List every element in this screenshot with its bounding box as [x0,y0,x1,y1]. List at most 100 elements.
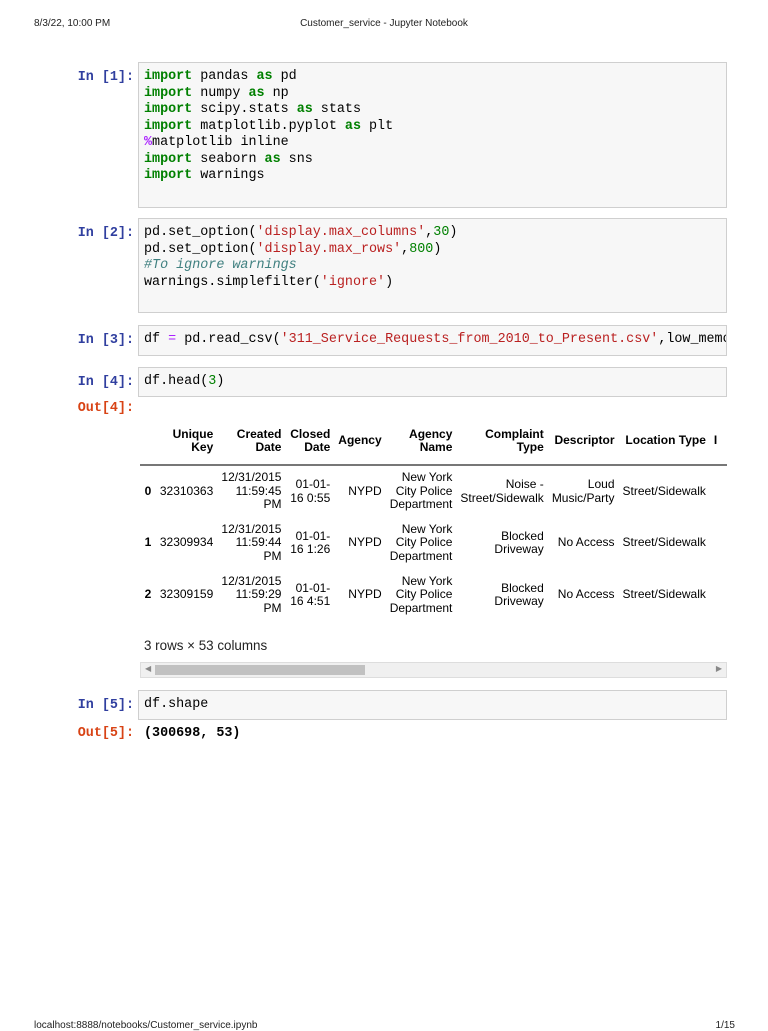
table-cell: 01-01-16 4:51 [290,580,331,608]
table-cell: 01-01-16 1:26 [290,528,331,556]
dataframe-output: Unique Key Created Date Closed Date Agency A… [140,418,727,628]
code-token: 'ignore' [320,274,386,290]
table-cell: Street/Sidewalk [622,483,706,498]
code-cell-2[interactable]: pd.set_option('display.max_columns',30) p… [138,218,727,313]
table-cell: No Access [557,535,615,550]
code-token: sns [280,151,313,167]
in-prompt-3: In [3]: [77,333,134,348]
table-cell: Blocked Driveway [494,580,544,608]
scroll-left-arrow-icon[interactable]: ◀ [145,664,151,673]
shape-output: (300698, 53) [144,726,241,741]
table-cell: Loud Music/Party [551,477,615,505]
table-cell: 12/31/2015 11:59:29 PM [221,573,282,615]
code-token: df [144,332,169,347]
row-index: 2 [144,587,152,602]
table-cell: Street/Sidewalk [622,535,706,550]
table-cell: 01-01-16 0:55 [290,477,331,505]
table-cell: Blocked Driveway [494,528,544,556]
table-cell: 32310363 [159,483,214,498]
code-token: #To ignore warnings [144,258,297,273]
code-token: ) [433,241,442,257]
table-cell: 32309934 [159,535,214,550]
code-cell-4[interactable]: df.head(3) [138,367,727,397]
code-token: pd [272,69,297,84]
code-line: %matplotlib inline [144,135,721,152]
code-token: as [344,118,361,134]
code-token: 30 [433,225,450,240]
in-prompt-2: In [2]: [77,226,134,241]
code-line: df.head(3) [144,374,721,391]
code-line: pd.set_option('display.max_columns',30) [144,225,721,242]
code-token: import [144,151,193,167]
code-token: pd.read_csv( [176,332,281,347]
column-header: Agency [338,433,382,448]
code-line: warnings.simplefilter('ignore') [144,275,721,292]
table-cell [710,569,727,621]
table-cell: 32309159 [159,587,214,602]
table-cell: New York City Police Department [389,521,453,563]
code-line: import seaborn as sns [144,152,721,169]
code-cell-5[interactable]: df.shape [138,690,727,720]
table-cell: NYPD [348,535,382,550]
code-token: seaborn [192,151,265,167]
column-header: Complaint Type [485,426,544,454]
code-line: import numpy as np [144,86,721,103]
code-token: import [144,69,193,84]
horizontal-scrollbar[interactable]: ◀ ▶ [140,662,727,678]
code-token: , [401,241,410,257]
code-token: df.head( [144,374,209,389]
page-title: Customer_service - Jupyter Notebook [300,18,468,29]
code-cell-3[interactable]: df = pd.read_csv('311_Service_Requests_f… [138,325,727,356]
code-cell-1[interactable]: import pandas as pd import numpy as np imp… [138,62,727,208]
code-token: 'display.max_rows' [256,241,402,257]
code-line: import pandas as pd [144,69,721,86]
table-cell [710,517,727,569]
table-cell: NYPD [348,483,382,498]
code-token: as [256,69,273,84]
code-line: import matplotlib.pyplot as plt [144,119,721,136]
table-cell: 12/31/2015 11:59:44 PM [221,521,282,563]
code-token: stats [312,102,361,117]
code-token: 'display.max_columns' [256,225,426,240]
table-cell: 12/31/2015 11:59:45 PM [221,470,282,512]
code-token: matplotlib inline [152,135,289,150]
column-header: Descriptor [554,433,615,448]
code-token: pandas [192,69,257,84]
column-header: I [713,433,718,448]
in-prompt-5: In [5]: [77,698,134,713]
code-token: matplotlib.pyplot [192,118,345,134]
row-index: 1 [144,535,152,550]
code-token: import [144,102,193,117]
code-line: #To ignore warnings [144,258,721,275]
code-token: ) [449,225,458,240]
code-token: ,low_memory [658,332,726,347]
table-row: 2 32309159 12/31/2015 11:59:29 PM 01-01-16 … [140,569,727,621]
dataframe-table: Unique Key Created Date Closed Date Agency A… [140,418,727,621]
code-token: ) [385,274,394,290]
code-token: warnings.simplefilter( [144,274,321,290]
scrollbar-thumb[interactable] [155,665,365,675]
column-header: Location Type [625,433,706,448]
page-url: localhost:8888/notebooks/Customer_servic… [34,1020,258,1031]
code-token: as [264,151,281,167]
out-prompt-4: Out[4]: [77,401,134,416]
code-token: df.shape [144,697,209,712]
code-token: pd.set_option( [144,241,257,257]
column-header: Agency Name [409,426,453,454]
in-prompt-1: In [1]: [77,70,134,85]
column-header: Created Date [236,426,282,454]
code-token: as [248,85,265,101]
code-token: plt [360,118,394,134]
code-token: ) [216,374,225,389]
table-row: 1 32309934 12/31/2015 11:59:44 PM 01-01-16 … [140,517,727,569]
code-token: 800 [409,241,434,257]
scroll-right-arrow-icon[interactable]: ▶ [716,664,722,673]
code-token: import [144,118,193,134]
code-token: '311_Service_Requests_from_2010_to_Prese… [280,332,659,347]
code-line: pd.set_option('display.max_rows',800) [144,242,721,259]
code-token: as [296,102,313,117]
table-cell [710,465,727,517]
code-token: pd.set_option( [144,225,257,240]
table-cell: NYPD [348,587,382,602]
code-token: np [264,85,289,101]
